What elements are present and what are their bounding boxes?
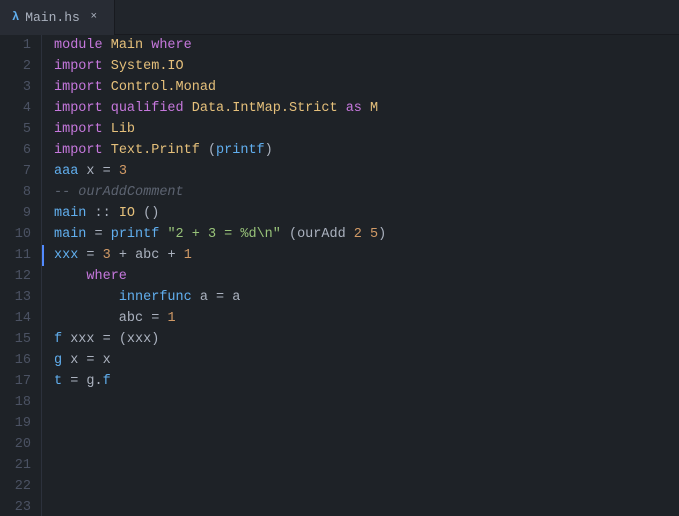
line-num-22: 22 — [0, 476, 31, 497]
line-num-6: 6 — [0, 140, 31, 161]
code-line-23: f xxx = (xxx) — [54, 329, 679, 350]
code-line-21: abc = 1 — [54, 308, 679, 329]
line-num-11: 11 — [0, 245, 31, 266]
line-numbers: 1 2 3 4 5 6 7 8 9 10 11 12 13 14 15 16 1… — [0, 35, 42, 516]
code-line-20: innerfunc a = a — [54, 287, 679, 308]
line-num-1: 1 — [0, 35, 31, 56]
line-num-23: 23 — [0, 497, 31, 516]
line-num-18: 18 — [0, 392, 31, 413]
code-line-27: g x = x — [54, 350, 679, 371]
editor-area: 1 2 3 4 5 6 7 8 9 10 11 12 13 14 15 16 1… — [0, 35, 679, 516]
code-line-1: module Main where — [54, 35, 679, 56]
code-line-5: import qualified Data.IntMap.Strict as M — [54, 98, 679, 119]
line-num-5: 5 — [0, 119, 31, 140]
code-line-9: import Text.Printf (printf) — [54, 140, 679, 161]
line-num-16: 16 — [0, 350, 31, 371]
code-line-15: main = printf "2 + 3 = %d\n" (ourAdd 2 5… — [54, 224, 679, 245]
code-line-7: import Lib — [54, 119, 679, 140]
tab-label: Main.hs — [25, 10, 80, 25]
line-num-8: 8 — [0, 182, 31, 203]
code-line-11: aaa x = 3 — [54, 161, 679, 182]
code-line-14: main :: IO () — [54, 203, 679, 224]
code-line-29: t = g.f — [54, 371, 679, 392]
line-num-21: 21 — [0, 455, 31, 476]
code-line-3: import System.IO — [54, 56, 679, 77]
code-line-4: import Control.Monad — [54, 77, 679, 98]
tab-bar: λ Main.hs × — [0, 0, 679, 35]
line-num-12: 12 — [0, 266, 31, 287]
line-num-19: 19 — [0, 413, 31, 434]
line-num-15: 15 — [0, 329, 31, 350]
line-num-10: 10 — [0, 224, 31, 245]
line-num-20: 20 — [0, 434, 31, 455]
tab-main-hs[interactable]: λ Main.hs × — [0, 0, 115, 35]
code-line-18: xxx = 3 + abc + 1 — [54, 245, 679, 266]
line-num-14: 14 — [0, 308, 31, 329]
tab-file-icon: λ — [12, 10, 19, 24]
tab-close-button[interactable]: × — [86, 9, 102, 25]
line-num-2: 2 — [0, 56, 31, 77]
line-num-13: 13 — [0, 287, 31, 308]
line-num-3: 3 — [0, 77, 31, 98]
line-num-7: 7 — [0, 161, 31, 182]
code-content[interactable]: module Main where import System.IO impor… — [42, 35, 679, 516]
line-num-9: 9 — [0, 203, 31, 224]
code-line-13: -- ourAddComment — [54, 182, 679, 203]
line-num-4: 4 — [0, 98, 31, 119]
code-line-19: where — [54, 266, 679, 287]
line-num-17: 17 — [0, 371, 31, 392]
